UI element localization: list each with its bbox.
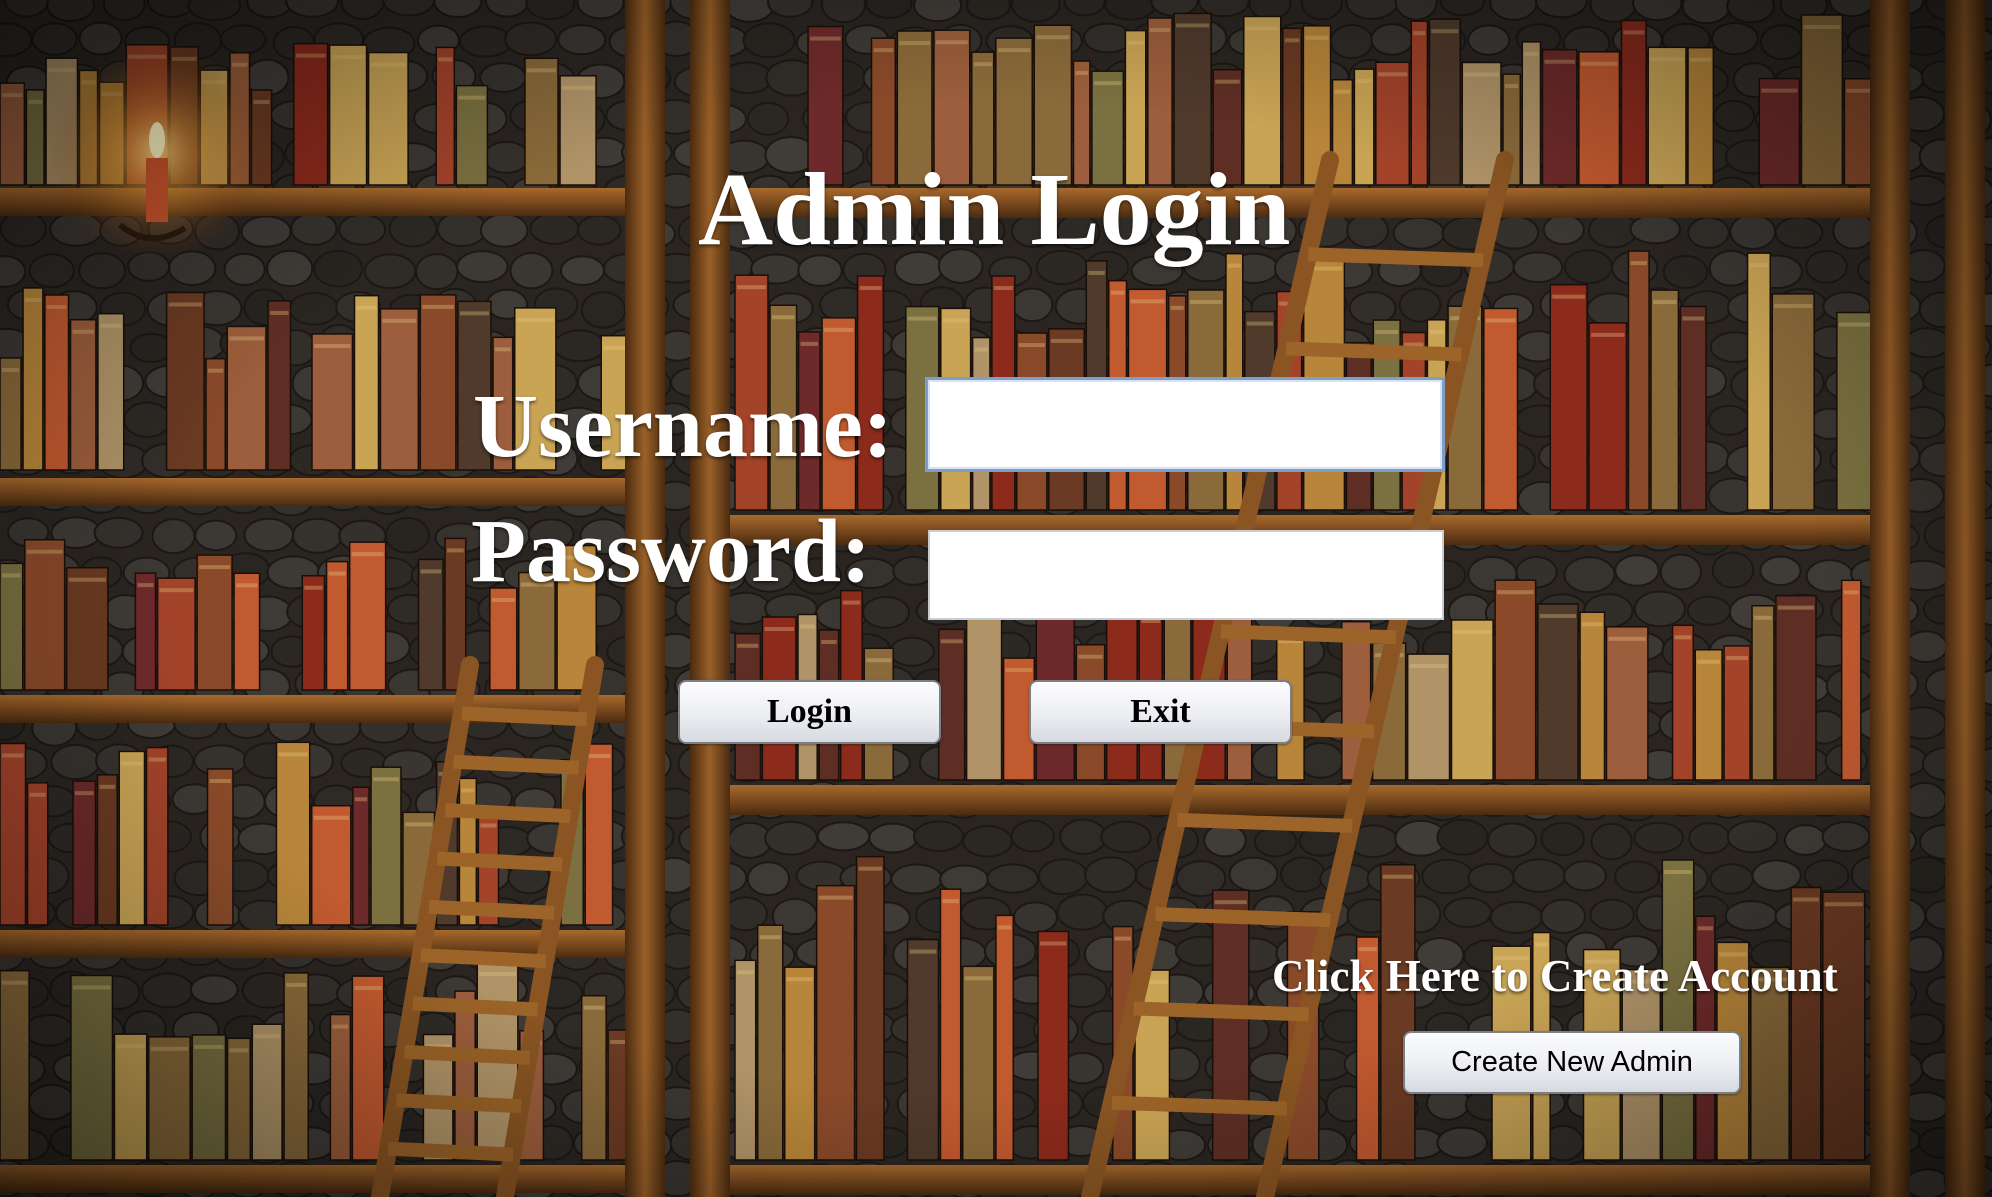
username-label: Username: <box>473 377 893 476</box>
create-new-admin-button[interactable]: Create New Admin <box>1403 1031 1741 1094</box>
username-input[interactable] <box>925 377 1445 472</box>
password-input[interactable] <box>928 530 1444 620</box>
create-account-prompt: Click Here to Create Account <box>1272 951 1838 1001</box>
page-title: Admin Login <box>698 152 1291 267</box>
login-button[interactable]: Login <box>678 680 941 744</box>
login-window: Admin Login Username: Password: Login Ex… <box>0 0 1992 1197</box>
password-label: Password: <box>471 502 871 601</box>
exit-button[interactable]: Exit <box>1029 680 1292 744</box>
